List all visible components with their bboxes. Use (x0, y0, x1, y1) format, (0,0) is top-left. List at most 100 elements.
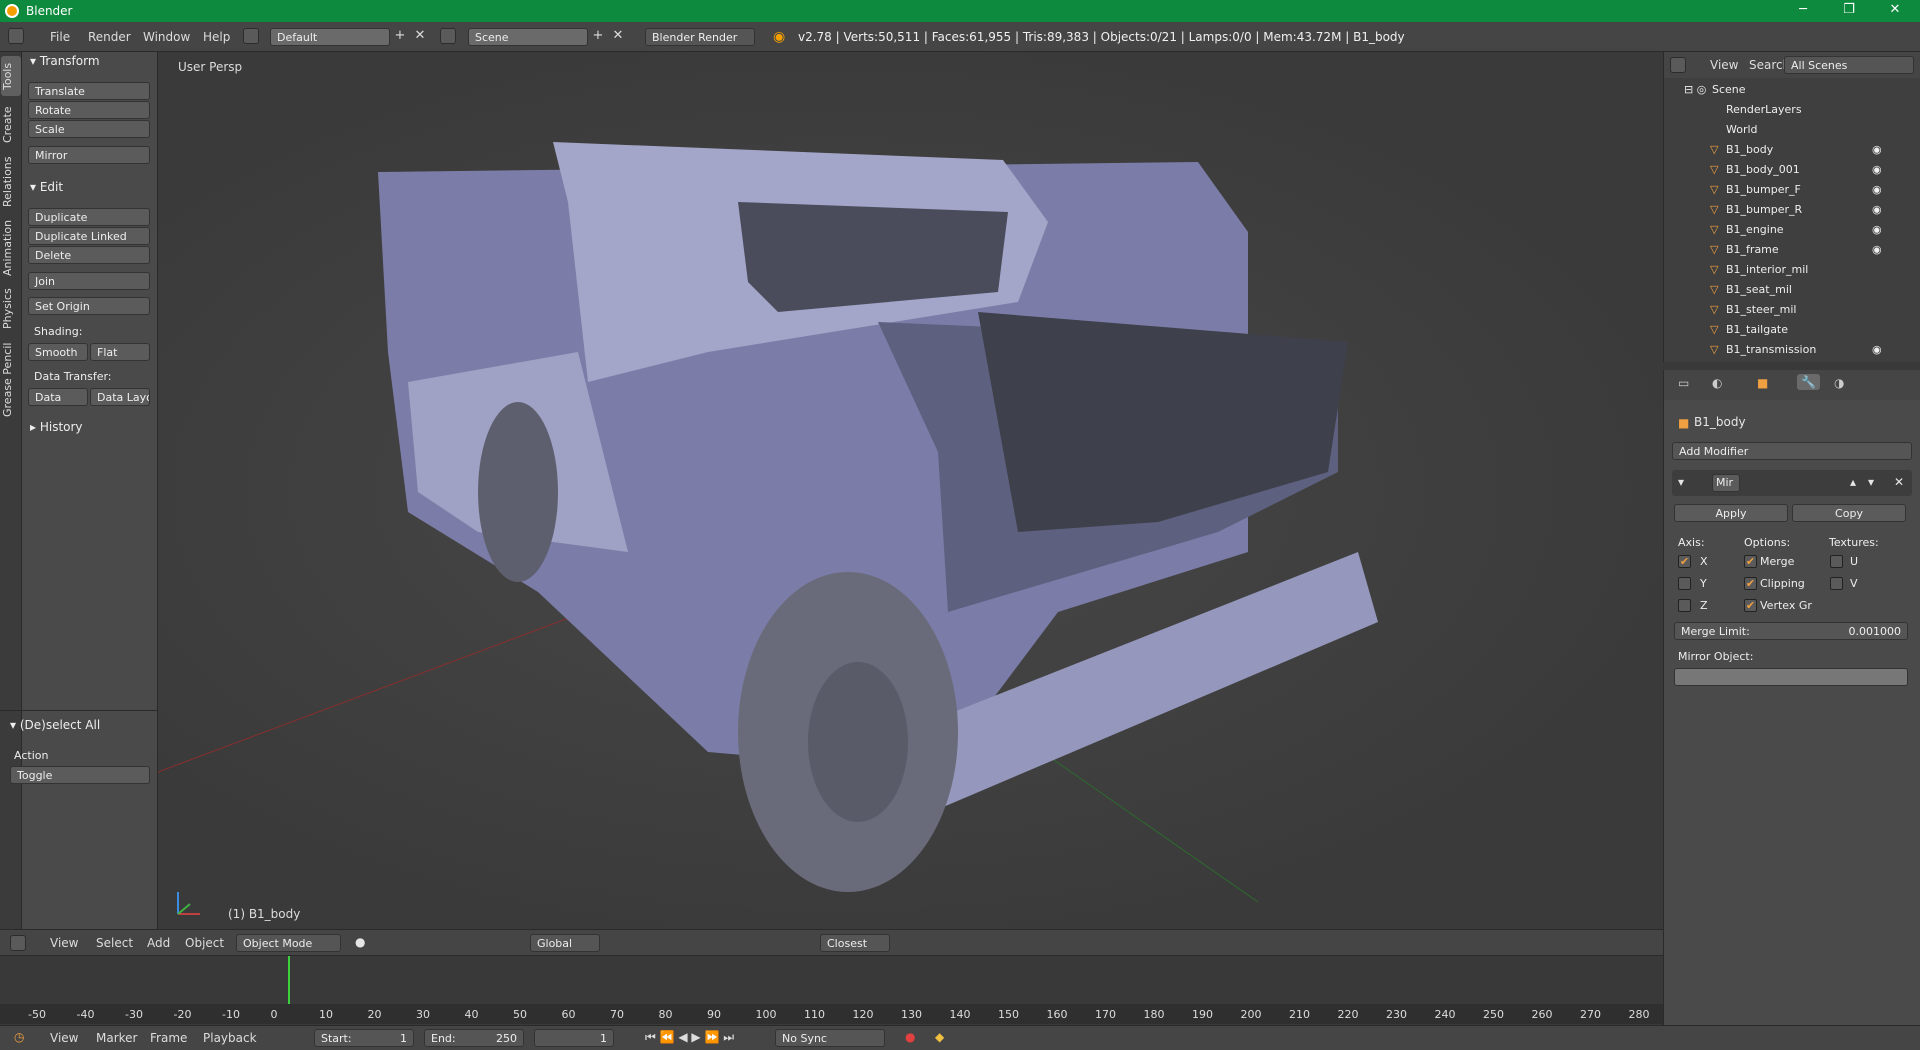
copy-button[interactable]: Copy (1792, 504, 1906, 522)
duplicate-button[interactable]: Duplicate (28, 208, 150, 226)
minimize-icon[interactable]: ─ (1780, 2, 1826, 20)
visibility-eye-icon[interactable]: ◉ (1872, 183, 1882, 196)
apply-button[interactable]: Apply (1674, 504, 1788, 522)
snap-target-select[interactable]: Closest (820, 934, 890, 952)
close-icon[interactable]: ✕ (1872, 2, 1918, 20)
vertex-group-checkbox[interactable]: ✔ (1744, 599, 1757, 612)
join-button[interactable]: Join (28, 272, 150, 290)
delete-button[interactable]: Delete (28, 246, 150, 264)
texture-u-checkbox[interactable] (1830, 555, 1843, 568)
merge-checkbox[interactable]: ✔ (1744, 555, 1757, 568)
texture-v-checkbox[interactable] (1830, 577, 1843, 590)
outliner-row[interactable]: ▽ B1_steer_mil (1664, 300, 1920, 320)
action-toggle-select[interactable]: Toggle (10, 766, 150, 784)
data-layout-button[interactable]: Data Layo (90, 388, 150, 406)
axis-y-checkbox[interactable] (1678, 577, 1691, 590)
add-modifier-select[interactable]: Add Modifier (1672, 442, 1912, 460)
delete-scene-button[interactable]: ✕ (611, 28, 625, 46)
screen-layout-icon[interactable] (243, 28, 259, 44)
history-panel-header[interactable]: ▸ History (30, 420, 83, 434)
end-frame-field[interactable]: End: 250 (424, 1029, 524, 1047)
menu-playback[interactable]: Playback (203, 1031, 257, 1045)
outliner-menu-view[interactable]: View (1710, 58, 1738, 72)
axis-z-checkbox[interactable] (1678, 599, 1691, 612)
editor-type-icon[interactable] (10, 935, 26, 951)
outliner-row[interactable]: ▽ B1_body ◉ (1664, 140, 1920, 160)
smooth-button[interactable]: Smooth (28, 343, 88, 361)
outliner-scene-row[interactable]: ⊟ ◎ Scene (1664, 80, 1920, 100)
layout-field[interactable]: Default (270, 28, 390, 46)
edit-panel-header[interactable]: ▾ Edit (30, 180, 63, 194)
3d-viewport[interactable]: User Persp (1) B1_body (158, 52, 1663, 929)
tab-grease-pencil[interactable]: Grease Pencil (1, 337, 21, 422)
add-scene-button[interactable]: + (591, 28, 605, 46)
menu-render[interactable]: Render (88, 30, 131, 44)
delete-layout-button[interactable]: ✕ (413, 28, 427, 46)
modifier-tab-icon[interactable]: 🔧 (1797, 374, 1820, 390)
clipping-checkbox[interactable]: ✔ (1744, 577, 1757, 590)
visibility-eye-icon[interactable]: ◉ (1872, 163, 1882, 176)
tab-create[interactable]: Create (1, 100, 21, 150)
scene-field[interactable]: Scene (468, 28, 588, 46)
collapse-icon[interactable]: ▾ (1678, 475, 1684, 489)
object-tab-icon[interactable]: ■ (1757, 376, 1768, 390)
menu-object[interactable]: Object (185, 936, 224, 950)
mirror-button[interactable]: Mirror (28, 146, 150, 164)
sync-mode-select[interactable]: No Sync (775, 1029, 885, 1047)
timeline[interactable]: -50 -40 -30 -20 -10 0 10 20 30 40 50 60 70 80 90 100 110… (0, 955, 1663, 1025)
outliner-row[interactable]: RenderLayers (1664, 100, 1920, 120)
render-engine-select[interactable]: Blender Render (645, 28, 755, 46)
outliner-row[interactable]: ▽ B1_seat_mil (1664, 280, 1920, 300)
outliner-row[interactable]: ▽ B1_engine ◉ (1664, 220, 1920, 240)
flat-button[interactable]: Flat (90, 343, 150, 361)
keyframe-icon[interactable]: ◆ (935, 1030, 944, 1044)
info-editor-icon[interactable] (8, 28, 24, 44)
data-button[interactable]: Data (28, 388, 88, 406)
transform-panel-header[interactable]: ▾ Transform (30, 54, 100, 68)
duplicate-linked-button[interactable]: Duplicate Linked (28, 227, 150, 245)
menu-help[interactable]: Help (203, 30, 230, 44)
move-down-icon[interactable]: ▾ (1868, 475, 1874, 489)
record-icon[interactable]: ● (905, 1030, 915, 1044)
tab-animation[interactable]: Animation (1, 215, 21, 281)
axis-x-checkbox[interactable]: ✔ (1678, 555, 1691, 568)
move-up-icon[interactable]: ▴ (1850, 475, 1856, 489)
add-layout-button[interactable]: + (393, 28, 407, 46)
menu-add[interactable]: Add (147, 936, 170, 950)
outliner-row[interactable]: ▽ B1_body_001 ◉ (1664, 160, 1920, 180)
outliner-row[interactable]: ▽ B1_transmission ◉ (1664, 340, 1920, 360)
scale-button[interactable]: Scale (28, 120, 150, 138)
visibility-eye-icon[interactable]: ◉ (1872, 243, 1882, 256)
menu-view[interactable]: View (50, 936, 78, 950)
outliner-row[interactable]: ▽ B1_bumper_F ◉ (1664, 180, 1920, 200)
translate-button[interactable]: Translate (28, 82, 150, 100)
rotate-button[interactable]: Rotate (28, 101, 150, 119)
tab-tools[interactable]: Tools (1, 56, 21, 96)
outliner-row[interactable]: ▽ B1_tailgate (1664, 320, 1920, 340)
outliner-row[interactable]: ▽ B1_bumper_R ◉ (1664, 200, 1920, 220)
menu-view-timeline[interactable]: View (50, 1031, 78, 1045)
world-tab-icon[interactable]: ◐ (1712, 376, 1722, 390)
tab-relations[interactable]: Relations (1, 152, 21, 212)
outliner-row[interactable]: ▽ B1_interior_mil (1664, 260, 1920, 280)
outliner-row[interactable]: ▽ B1_frame ◉ (1664, 240, 1920, 260)
menu-frame[interactable]: Frame (150, 1031, 187, 1045)
maximize-icon[interactable]: ❐ (1826, 2, 1872, 20)
modifier-name-field[interactable]: Mir (1712, 474, 1740, 492)
menu-marker[interactable]: Marker (96, 1031, 137, 1045)
transform-orientation-select[interactable]: Global (530, 934, 600, 952)
scene-icon[interactable] (440, 28, 456, 44)
visibility-eye-icon[interactable]: ◉ (1872, 343, 1882, 356)
merge-limit-field[interactable]: Merge Limit: 0.001000 (1674, 622, 1908, 640)
timeline-editor-icon[interactable]: ◷ (14, 1030, 24, 1044)
visibility-eye-icon[interactable]: ◉ (1872, 223, 1882, 236)
tab-physics[interactable]: Physics (1, 284, 21, 334)
menu-window[interactable]: Window (143, 30, 190, 44)
mirror-object-field[interactable] (1674, 668, 1908, 686)
visibility-eye-icon[interactable]: ◉ (1872, 203, 1882, 216)
remove-modifier-icon[interactable]: ✕ (1894, 475, 1904, 489)
vehicle-model[interactable] (158, 52, 1663, 929)
playback-controls-icon[interactable]: ⏮ ⏪ ◀ ▶ ⏩ ⏭ (645, 1030, 734, 1045)
set-origin-select[interactable]: Set Origin (28, 297, 150, 315)
material-tab-icon[interactable]: ◑ (1834, 376, 1844, 390)
